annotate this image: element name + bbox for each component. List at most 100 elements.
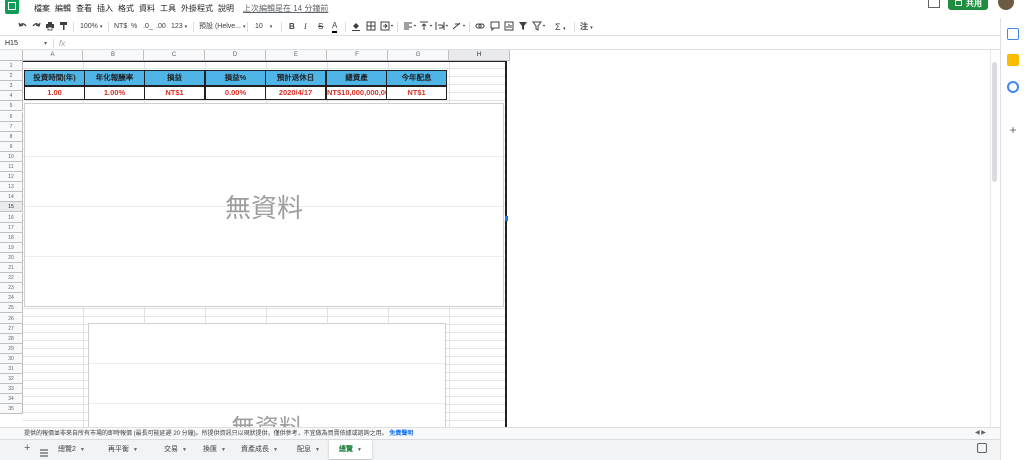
font-size-select[interactable]: 10 ▾ — [255, 21, 272, 33]
row-header-15[interactable]: 15 — [0, 202, 23, 213]
filter-icon[interactable] — [518, 21, 528, 33]
row-header-9[interactable]: 9 — [0, 141, 23, 152]
scrollbar-thumb[interactable] — [992, 62, 997, 182]
print-icon[interactable] — [45, 21, 55, 33]
row-header-8[interactable]: 8 — [0, 131, 23, 142]
chart-2[interactable]: 無資料 — [88, 323, 446, 442]
merge-cells-icon[interactable] — [380, 21, 394, 33]
table-header-cell[interactable]: 損益 — [144, 70, 205, 86]
sheets-logo-icon[interactable] — [5, 0, 19, 14]
paint-format-icon[interactable] — [59, 21, 69, 33]
chevron-down-icon[interactable]: ▼ — [80, 447, 85, 453]
calendar-icon[interactable] — [1007, 28, 1019, 40]
row-header-14[interactable]: 14 — [0, 192, 23, 203]
row-header-21[interactable]: 21 — [0, 263, 23, 274]
table-value-cell[interactable]: NT$10,000,000,00 — [326, 86, 387, 100]
sheet-tab[interactable]: 配息 ▼ — [297, 440, 320, 459]
column-header-a[interactable]: A — [23, 50, 83, 61]
zoom-select[interactable]: 100% ▾ — [80, 21, 102, 33]
currency-format-button[interactable]: NT$ — [114, 21, 127, 33]
table-value-cell[interactable]: 0.00% — [205, 86, 266, 100]
table-header-cell[interactable]: 預計退休日 — [265, 70, 326, 86]
row-header-27[interactable]: 27 — [0, 323, 23, 334]
table-header-cell[interactable]: 投資時間(年) — [24, 70, 85, 86]
table-value-cell[interactable]: 2020/4/17 — [265, 86, 326, 100]
menu-format[interactable]: 格式 — [118, 3, 139, 16]
table-value-cell[interactable]: 1.00% — [84, 86, 145, 100]
empty-sheet-area[interactable] — [507, 61, 990, 427]
row-header-11[interactable]: 11 — [0, 162, 23, 173]
table-header-cell[interactable]: 總資產 — [326, 70, 387, 86]
functions-button[interactable]: Σ ▾ — [555, 21, 566, 33]
avatar[interactable] — [998, 0, 1014, 10]
percent-format-button[interactable]: % — [131, 21, 137, 33]
strikethrough-button[interactable]: S — [318, 21, 323, 33]
sheet-tab[interactable]: 再平衡 ▼ — [108, 440, 138, 459]
last-edit-link[interactable]: 上次編輯是在 14 分鐘前 — [243, 3, 328, 15]
row-header-19[interactable]: 19 — [0, 242, 23, 253]
row-header-12[interactable]: 12 — [0, 172, 23, 183]
text-color-button[interactable]: A — [332, 21, 338, 33]
filter-views-icon[interactable] — [532, 21, 546, 33]
row-header-7[interactable]: 7 — [0, 121, 23, 132]
row-header-24[interactable]: 24 — [0, 293, 23, 304]
chevron-down-icon[interactable]: ▼ — [221, 447, 226, 453]
table-value-cell[interactable]: NT$1 — [386, 86, 447, 100]
column-header-d[interactable]: D — [205, 50, 266, 61]
sheet-tab[interactable]: 總覽2 ▼ — [58, 440, 85, 459]
row-header-33[interactable]: 33 — [0, 384, 23, 395]
row-header-17[interactable]: 17 — [0, 222, 23, 233]
menu-edit[interactable]: 編輯 — [55, 3, 76, 16]
chevron-down-icon[interactable]: ▼ — [182, 447, 187, 453]
row-header-30[interactable]: 30 — [0, 353, 23, 364]
explore-icon[interactable] — [977, 443, 987, 453]
sheet-tab[interactable]: 資產成長 ▼ — [241, 440, 278, 459]
table-header-cell[interactable]: 損益% — [205, 70, 266, 86]
table-value-cell[interactable]: 1.00 — [24, 86, 85, 100]
sheet-tab[interactable]: 總覽 ▼ — [329, 440, 372, 459]
row-header-10[interactable]: 10 — [0, 151, 23, 162]
insert-chart-icon[interactable] — [504, 21, 514, 33]
row-header-28[interactable]: 28 — [0, 333, 23, 344]
add-sheet-button[interactable]: + — [24, 441, 30, 455]
disclaimer-link[interactable]: 免責聲明 — [389, 431, 413, 437]
add-addon-icon[interactable]: + — [1007, 124, 1019, 136]
menu-data[interactable]: 資料 — [139, 3, 160, 16]
row-header-31[interactable]: 31 — [0, 364, 23, 375]
menu-insert[interactable]: 插入 — [97, 3, 118, 16]
chevron-down-icon[interactable]: ▼ — [315, 447, 320, 453]
horizontal-align-icon[interactable] — [403, 21, 417, 33]
all-sheets-menu-icon[interactable] — [40, 444, 48, 457]
row-header-1[interactable]: 1 — [0, 61, 23, 72]
row-header-32[interactable]: 32 — [0, 374, 23, 385]
italic-button[interactable]: I — [304, 21, 307, 33]
chart-1[interactable]: 無資料 — [24, 103, 504, 307]
menu-help[interactable]: 說明 — [218, 3, 239, 16]
row-header-35[interactable]: 35 — [0, 404, 23, 415]
menu-view[interactable]: 查看 — [76, 3, 97, 16]
row-header-13[interactable]: 13 — [0, 182, 23, 193]
tasks-icon[interactable] — [1007, 81, 1019, 93]
column-header-e[interactable]: E — [266, 50, 327, 61]
row-header-18[interactable]: 18 — [0, 232, 23, 243]
input-tools-button[interactable]: 注 ▾ — [580, 21, 593, 33]
menu-addons[interactable]: 外掛程式 — [181, 3, 218, 16]
selection-handle[interactable] — [505, 216, 508, 221]
table-header-cell[interactable]: 今年配息 — [386, 70, 447, 86]
text-rotation-icon[interactable] — [452, 21, 466, 33]
row-header-25[interactable]: 25 — [0, 303, 23, 314]
more-formats-button[interactable]: 123 ▾ — [171, 21, 187, 33]
insert-comment-icon[interactable] — [490, 21, 500, 33]
share-button[interactable]: 共用 — [948, 0, 988, 10]
column-header-f[interactable]: F — [327, 50, 388, 61]
row-header-4[interactable]: 4 — [0, 91, 23, 102]
sheet-tab[interactable]: 換匯 ▼ — [203, 440, 226, 459]
select-all-corner[interactable] — [0, 50, 23, 61]
decrease-decimal-button[interactable]: .0_ — [143, 21, 153, 33]
row-header-3[interactable]: 3 — [0, 81, 23, 92]
row-header-16[interactable]: 16 — [0, 212, 23, 223]
menu-file[interactable]: 檔案 — [34, 3, 55, 16]
increase-decimal-button[interactable]: .00 — [156, 21, 166, 33]
bold-button[interactable]: B — [289, 21, 295, 33]
row-header-26[interactable]: 26 — [0, 313, 23, 324]
